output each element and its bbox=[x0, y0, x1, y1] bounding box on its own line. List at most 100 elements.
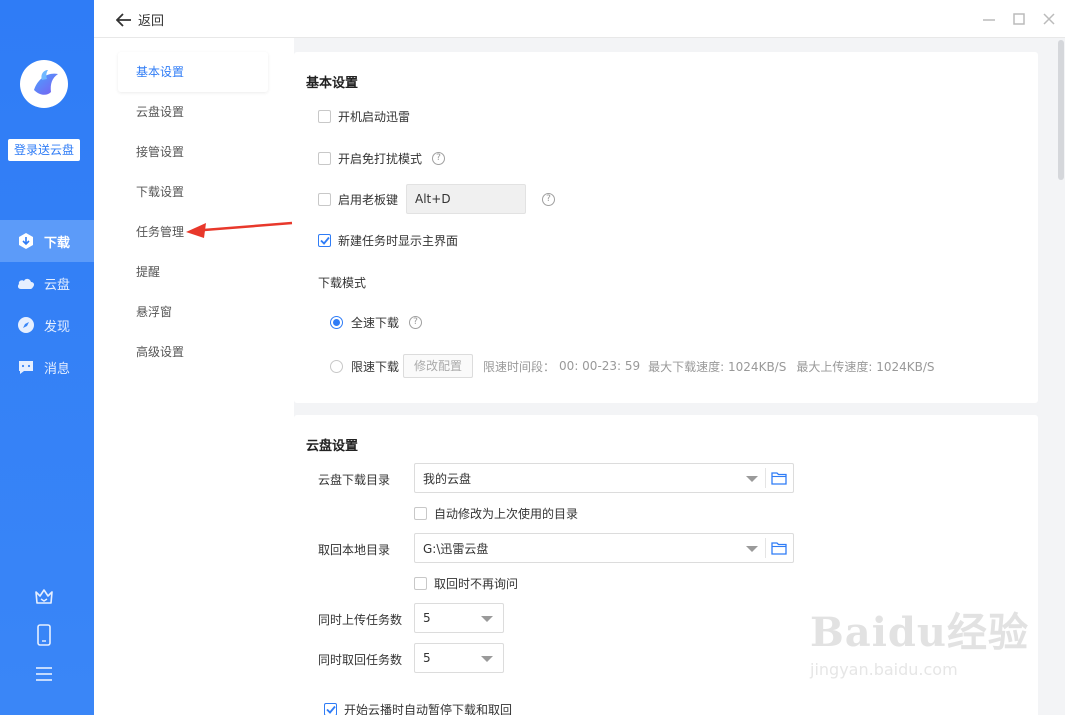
max-upload-speed: 最大上传速度: 1024KB/S bbox=[796, 359, 935, 374]
back-arrow-icon bbox=[116, 12, 131, 27]
sidebar-item-messages[interactable]: 消息 bbox=[0, 346, 94, 388]
limit-time-label: 限速时间段： bbox=[483, 359, 556, 374]
no-ask-option[interactable]: 取回时不再询问 bbox=[414, 575, 518, 592]
basic-settings-card: 基本设置 开机启动迅雷 开启免打扰模式 ? 启用老板键 Alt+D ? 新建任务… bbox=[294, 52, 1038, 403]
checkmark-icon bbox=[325, 705, 336, 714]
sidebar-item-discover[interactable]: 发现 bbox=[0, 304, 94, 346]
checkmark-icon bbox=[319, 236, 330, 245]
upload-count-label: 同时上传任务数 bbox=[318, 613, 403, 627]
cloud-download-dir-select[interactable]: 我的云盘 bbox=[414, 463, 794, 493]
hummingbird-icon bbox=[34, 70, 58, 95]
boss-key-input[interactable]: Alt+D bbox=[406, 184, 527, 214]
cloud-icon bbox=[16, 273, 36, 293]
boss-key-option[interactable]: 启用老板键 Alt+D ? bbox=[318, 184, 556, 214]
back-label: 返回 bbox=[138, 14, 165, 29]
app-logo bbox=[20, 60, 68, 108]
boss-key-checkbox[interactable] bbox=[318, 192, 331, 206]
menu-icon[interactable] bbox=[32, 662, 56, 686]
baidu-watermark: Baidu经验 jingyan.baidu.com bbox=[810, 600, 1029, 679]
folder-icon[interactable] bbox=[771, 471, 787, 485]
local-dir-select[interactable]: G:\迅雷云盘 bbox=[414, 533, 794, 563]
sidebar-item-download[interactable]: 下载 bbox=[0, 220, 94, 262]
login-button[interactable]: 登录送云盘 bbox=[8, 139, 80, 161]
minimize-icon[interactable] bbox=[980, 10, 998, 28]
settings-nav: 基本设置 云盘设置 接管设置 下载设置 任务管理 提醒 悬浮窗 高级设置 bbox=[94, 38, 294, 715]
divider bbox=[765, 538, 766, 558]
quiet-mode-option[interactable]: 开启免打扰模式 ? bbox=[318, 150, 446, 167]
crown-icon[interactable] bbox=[32, 584, 56, 608]
full-speed-option[interactable]: 全速下载 ? bbox=[330, 314, 423, 331]
retrieve-count-label: 同时取回任务数 bbox=[318, 653, 403, 667]
chevron-down-icon bbox=[481, 616, 493, 622]
full-speed-label: 全速下载 bbox=[351, 316, 400, 330]
auto-modify-option[interactable]: 自动修改为上次使用的目录 bbox=[414, 505, 578, 522]
compass-icon bbox=[16, 315, 36, 335]
help-icon[interactable]: ? bbox=[409, 316, 423, 329]
startup-checkbox[interactable] bbox=[318, 110, 331, 123]
retrieve-count-select[interactable]: 5 bbox=[414, 643, 504, 673]
download-icon bbox=[16, 231, 36, 251]
modify-config-button[interactable]: 修改配置 bbox=[403, 354, 474, 378]
annotation-arrow-icon bbox=[186, 221, 293, 238]
help-icon[interactable]: ? bbox=[542, 192, 556, 206]
sidebar-item-label: 发现 bbox=[44, 319, 71, 335]
nav-item-cloud[interactable]: 云盘设置 bbox=[118, 92, 268, 132]
boss-key-label: 启用老板键 bbox=[338, 192, 399, 207]
content-scrollbar[interactable] bbox=[1057, 38, 1065, 715]
download-mode-label: 下载模式 bbox=[318, 276, 367, 290]
limited-speed-radio[interactable] bbox=[330, 359, 343, 373]
auto-modify-label: 自动修改为上次使用的目录 bbox=[434, 507, 579, 521]
limit-time-value: 00: 00-23: 59 bbox=[559, 359, 641, 373]
maximize-icon[interactable] bbox=[1010, 10, 1028, 28]
back-button[interactable]: 返回 bbox=[116, 10, 164, 29]
watermark-logo: Baidu经验 bbox=[810, 609, 1029, 656]
nav-item-advanced[interactable]: 高级设置 bbox=[118, 332, 268, 372]
sidebar-item-label: 云盘 bbox=[44, 277, 71, 293]
close-icon[interactable] bbox=[1040, 10, 1058, 28]
auto-modify-checkbox[interactable] bbox=[414, 507, 427, 520]
limited-speed-option[interactable]: 限速下载 修改配置 限速时间段： 00: 00-23: 59 最大下载速度: 1… bbox=[330, 354, 935, 378]
scrollbar-thumb[interactable] bbox=[1058, 40, 1064, 180]
startup-option[interactable]: 开机启动迅雷 bbox=[318, 108, 410, 125]
quiet-mode-checkbox[interactable] bbox=[318, 152, 331, 165]
no-ask-label: 取回时不再询问 bbox=[434, 577, 519, 591]
show-main-label: 新建任务时显示主界面 bbox=[338, 234, 459, 248]
cloud-download-dir-label: 云盘下载目录 bbox=[318, 473, 391, 487]
nav-item-floating-window[interactable]: 悬浮窗 bbox=[118, 292, 268, 332]
phone-icon[interactable] bbox=[32, 623, 56, 647]
local-dir-label: 取回本地目录 bbox=[318, 543, 391, 557]
message-icon bbox=[16, 357, 36, 377]
show-main-checkbox[interactable] bbox=[318, 234, 331, 247]
nav-item-download[interactable]: 下载设置 bbox=[118, 172, 268, 212]
pause-on-play-option[interactable]: 开始云播时自动暂停下载和取回 bbox=[324, 701, 512, 715]
max-download-speed: 最大下载速度: 1024KB/S bbox=[648, 359, 787, 374]
section-title-cloud: 云盘设置 bbox=[306, 439, 359, 454]
pause-on-play-checkbox[interactable] bbox=[324, 703, 337, 715]
nav-item-reminder[interactable]: 提醒 bbox=[118, 252, 268, 292]
chevron-down-icon bbox=[746, 546, 758, 552]
title-bar: 返回 bbox=[94, 0, 1065, 38]
section-title-basic: 基本设置 bbox=[306, 76, 359, 91]
help-icon[interactable]: ? bbox=[432, 152, 446, 165]
cloud-download-dir-value: 我的云盘 bbox=[423, 471, 472, 486]
nav-item-takeover[interactable]: 接管设置 bbox=[118, 132, 268, 172]
folder-icon[interactable] bbox=[771, 541, 787, 555]
local-dir-value: G:\迅雷云盘 bbox=[423, 541, 489, 556]
chevron-down-icon bbox=[746, 476, 758, 482]
startup-label: 开机启动迅雷 bbox=[338, 110, 411, 124]
pause-on-play-label: 开始云播时自动暂停下载和取回 bbox=[344, 703, 513, 715]
divider bbox=[765, 468, 766, 488]
sidebar-item-label: 下载 bbox=[44, 235, 71, 251]
sidebar-item-label: 消息 bbox=[44, 361, 71, 377]
limited-speed-label: 限速下载 bbox=[351, 359, 400, 374]
watermark-url: jingyan.baidu.com bbox=[810, 660, 958, 679]
sidebar-item-cloud[interactable]: 云盘 bbox=[0, 262, 94, 304]
chevron-down-icon bbox=[481, 656, 493, 662]
upload-count-select[interactable]: 5 bbox=[414, 603, 504, 633]
full-speed-radio[interactable] bbox=[330, 316, 343, 329]
show-main-option[interactable]: 新建任务时显示主界面 bbox=[318, 232, 458, 249]
quiet-mode-label: 开启免打扰模式 bbox=[338, 152, 423, 166]
no-ask-checkbox[interactable] bbox=[414, 577, 427, 590]
upload-count-value: 5 bbox=[423, 611, 431, 625]
nav-item-basic[interactable]: 基本设置 bbox=[118, 52, 268, 92]
